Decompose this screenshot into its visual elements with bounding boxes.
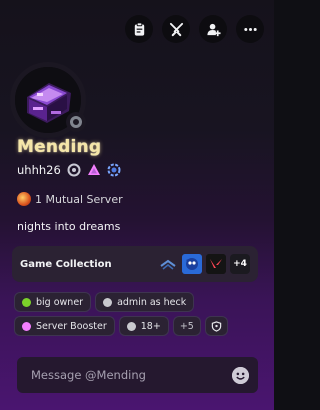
roles-more-button[interactable]: +5: [172, 316, 201, 336]
role-label: admin as heck: [117, 296, 187, 308]
game-icons: +4: [158, 254, 250, 274]
boost-badge-icon[interactable]: [107, 163, 121, 177]
role-admin[interactable]: admin as heck: [95, 292, 195, 312]
role-label: Server Booster: [36, 320, 107, 332]
bio: nights into dreams: [17, 220, 121, 233]
header-actions: [125, 15, 264, 43]
emoji-icon[interactable]: [232, 366, 249, 384]
role-label: big owner: [36, 296, 84, 308]
role-label: 18+: [140, 320, 161, 332]
nitro-badge-icon[interactable]: [67, 163, 81, 177]
hype-squad-badge-icon[interactable]: [87, 163, 101, 177]
game-collection-more: +4: [230, 254, 250, 274]
manage-roles-button[interactable]: [204, 316, 228, 336]
message-input[interactable]: [31, 368, 232, 382]
message-box: [17, 357, 258, 393]
role-server-booster[interactable]: Server Booster: [14, 316, 115, 336]
role-color-dot: [22, 297, 31, 307]
avatar[interactable]: [10, 62, 86, 138]
role-color-dot: [126, 321, 136, 331]
role-big-owner[interactable]: big owner: [14, 292, 92, 312]
game-icon-sonic: [182, 254, 202, 274]
roles-list: big owner admin as heck Server Booster 1…: [14, 292, 264, 336]
swords-icon[interactable]: [162, 15, 190, 43]
game-icon-1: [160, 259, 176, 270]
add-friend-icon[interactable]: [199, 15, 227, 43]
server-icon: [17, 192, 31, 206]
username-row: uhhh26: [17, 163, 121, 177]
role-18plus[interactable]: 18+: [118, 316, 169, 336]
status-offline-icon: [66, 112, 86, 132]
mutual-servers[interactable]: 1 Mutual Server: [17, 192, 123, 206]
clipboard-icon[interactable]: [125, 15, 153, 43]
game-collection-label: Game Collection: [20, 258, 112, 270]
game-collection[interactable]: Game Collection +4: [12, 246, 258, 282]
shield-icon: [211, 320, 222, 332]
username[interactable]: uhhh26: [17, 163, 61, 177]
display-name: Mending: [17, 137, 102, 157]
role-color-dot: [22, 321, 31, 331]
role-color-dot: [103, 297, 113, 307]
game-icon-valorant: [206, 254, 226, 274]
more-icon[interactable]: [236, 15, 264, 43]
profile-card: Mending uhhh26 1 Mutual Server nights in…: [0, 0, 274, 410]
mutual-servers-label: 1 Mutual Server: [35, 192, 123, 206]
